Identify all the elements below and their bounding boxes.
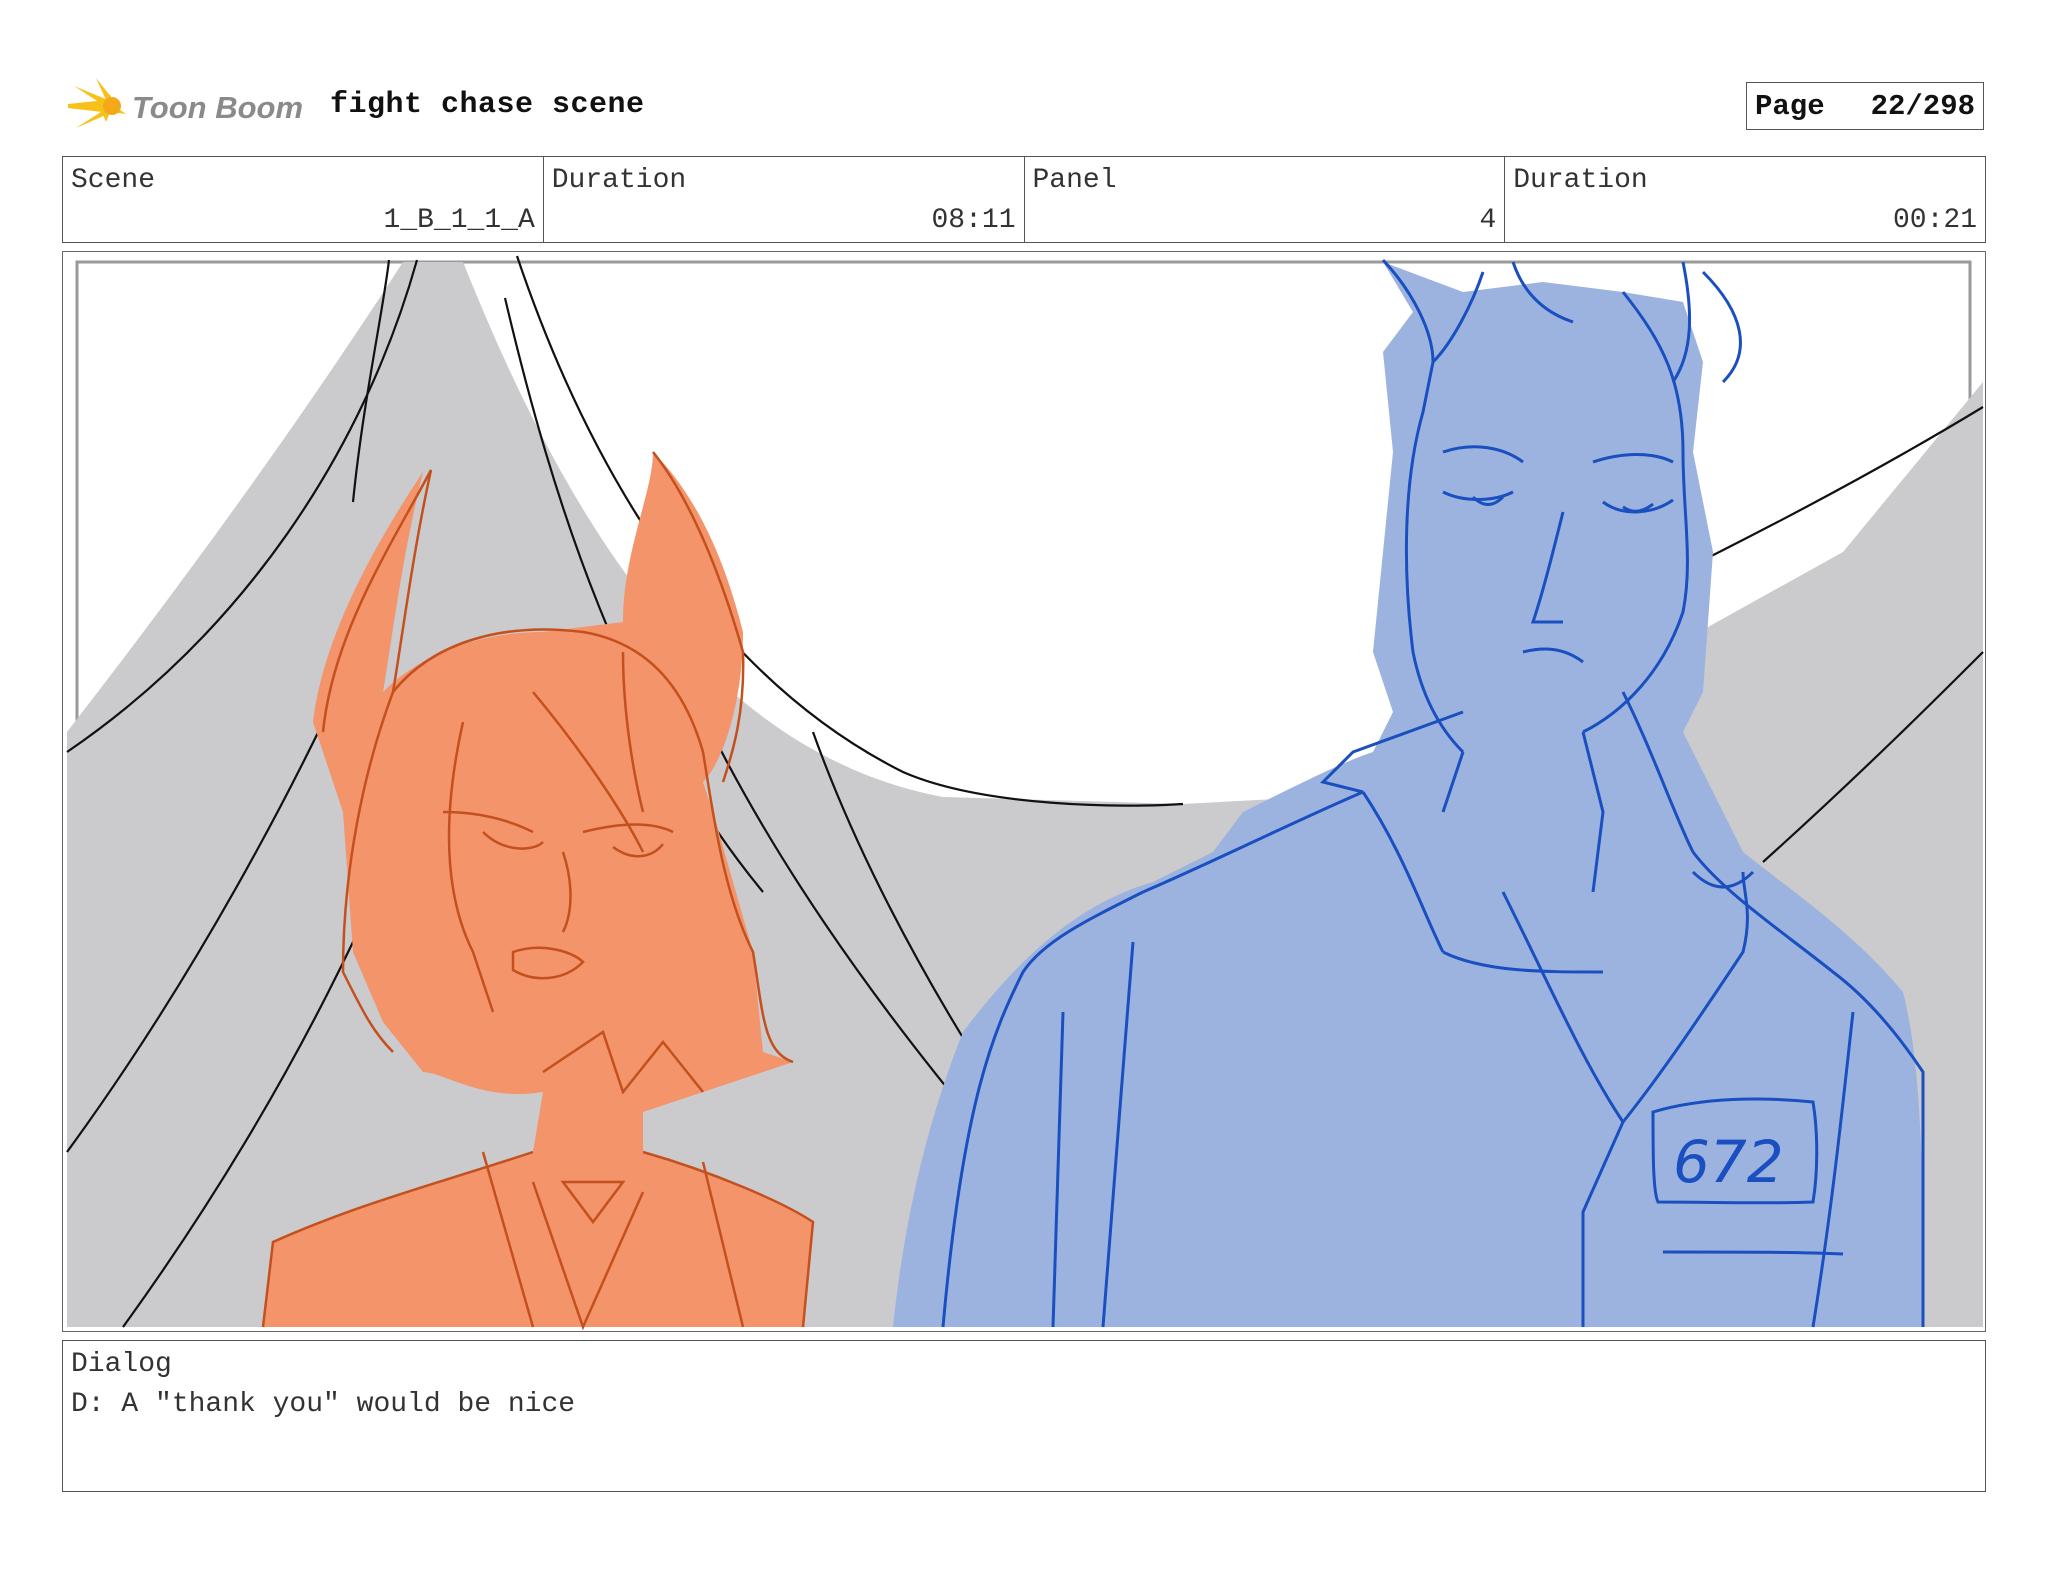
storyboard-panel: 672 [62, 251, 1986, 1332]
toon-boom-logo: Toon Boom [66, 74, 310, 142]
panel-value: 4 [1479, 205, 1497, 236]
panel-cell: Panel 4 [1025, 157, 1506, 242]
panel-duration-label: Duration [1513, 165, 1648, 196]
scene-duration-label: Duration [551, 165, 687, 196]
dialog-text: D: A "thank you" would be nice [71, 1389, 576, 1420]
scene-cell: Scene 1_B_1_1_A [63, 157, 544, 242]
starburst-icon: Toon Boom [68, 78, 303, 128]
brand-text: Toon Boom [132, 90, 303, 125]
scene-label: Scene [71, 165, 156, 196]
page-label: Page [1755, 89, 1825, 123]
dialog-box: Dialog D: A "thank you" would be nice [62, 1340, 1986, 1492]
panel-duration-cell: Duration 00:21 [1505, 157, 1985, 242]
panel-duration-value: 00:21 [1892, 205, 1977, 236]
page-indicator: Page 22/298 [1746, 82, 1984, 130]
scene-value: 1_B_1_1_A [383, 205, 535, 236]
scene-duration-value: 08:11 [931, 205, 1016, 236]
prisoner-number: 672 [1673, 1128, 1784, 1196]
panel-label: Panel [1032, 165, 1117, 196]
project-title: fight chase scene [330, 88, 645, 122]
scene-duration-cell: Duration 08:11 [544, 157, 1025, 242]
dialog-label: Dialog [71, 1349, 172, 1380]
panel-artwork: 672 [66, 255, 1984, 1330]
panel-info-row: Scene 1_B_1_1_A Duration 08:11 Panel 4 D… [62, 156, 1986, 243]
page-value: 22/298 [1870, 89, 1975, 123]
